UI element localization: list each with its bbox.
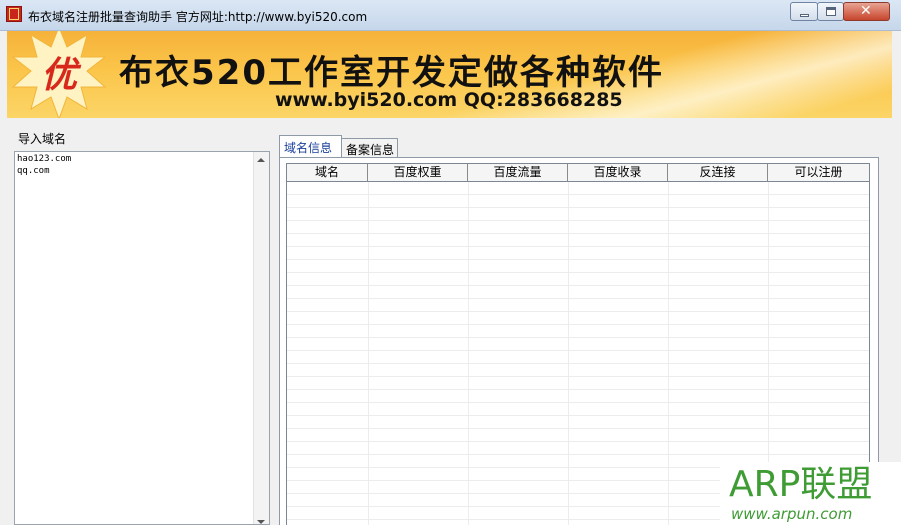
app-icon — [6, 6, 22, 22]
logo-text: 优 — [41, 54, 82, 96]
scroll-down-arrow-icon[interactable] — [257, 520, 265, 524]
import-domains-label: 导入域名 — [18, 132, 67, 146]
watermark-title: ARP联盟 — [729, 464, 873, 505]
banner-contact: www.byi520.com QQ:283668285 — [275, 89, 623, 111]
domain-input-textarea[interactable]: hao123.com qq.com — [14, 151, 270, 525]
column-header-domain[interactable]: 域名 — [287, 164, 368, 181]
column-header-baidu-weight[interactable]: 百度权重 — [368, 164, 468, 181]
maximize-icon — [826, 7, 836, 16]
column-divider — [668, 182, 669, 525]
column-divider — [568, 182, 569, 525]
watermark: ARP联盟 www.arpun.com — [720, 462, 901, 525]
close-button[interactable]: ✕ — [843, 2, 890, 21]
vertical-scrollbar[interactable] — [253, 152, 269, 524]
close-icon: ✕ — [860, 3, 872, 19]
column-header-baidu-traffic[interactable]: 百度流量 — [468, 164, 568, 181]
column-header-backlinks[interactable]: 反连接 — [668, 164, 768, 181]
maximize-button[interactable] — [817, 2, 844, 21]
minimize-button[interactable] — [790, 2, 818, 21]
window-title: 布衣域名注册批量查询助手 官方网址:http://www.byi520.com — [28, 10, 368, 24]
domain-lines: hao123.com qq.com — [17, 153, 71, 177]
grid-header: 域名 百度权重 百度流量 百度收录 反连接 可以注册 — [287, 164, 869, 182]
column-divider — [468, 182, 469, 525]
column-divider — [368, 182, 369, 525]
domain-line: qq.com — [17, 166, 50, 176]
scroll-up-arrow-icon[interactable] — [257, 158, 265, 162]
column-header-registrable[interactable]: 可以注册 — [768, 164, 869, 181]
watermark-url: www.arpun.com — [731, 505, 853, 523]
domain-line: hao123.com — [17, 154, 72, 164]
column-header-baidu-indexed[interactable]: 百度收录 — [568, 164, 668, 181]
banner-logo: 优 — [11, 31, 107, 118]
banner-headline: 布衣520工作室开发定做各种软件 — [119, 53, 664, 93]
tab-domain-info[interactable]: 域名信息 — [279, 135, 342, 157]
title-bar: 布衣域名注册批量查询助手 官方网址:http://www.byi520.com … — [0, 0, 901, 31]
tab-filing-info[interactable]: 备案信息 — [341, 138, 398, 157]
minimize-icon — [800, 14, 809, 17]
banner: 优 布衣520工作室开发定做各种软件 www.byi520.com QQ:283… — [7, 31, 892, 118]
